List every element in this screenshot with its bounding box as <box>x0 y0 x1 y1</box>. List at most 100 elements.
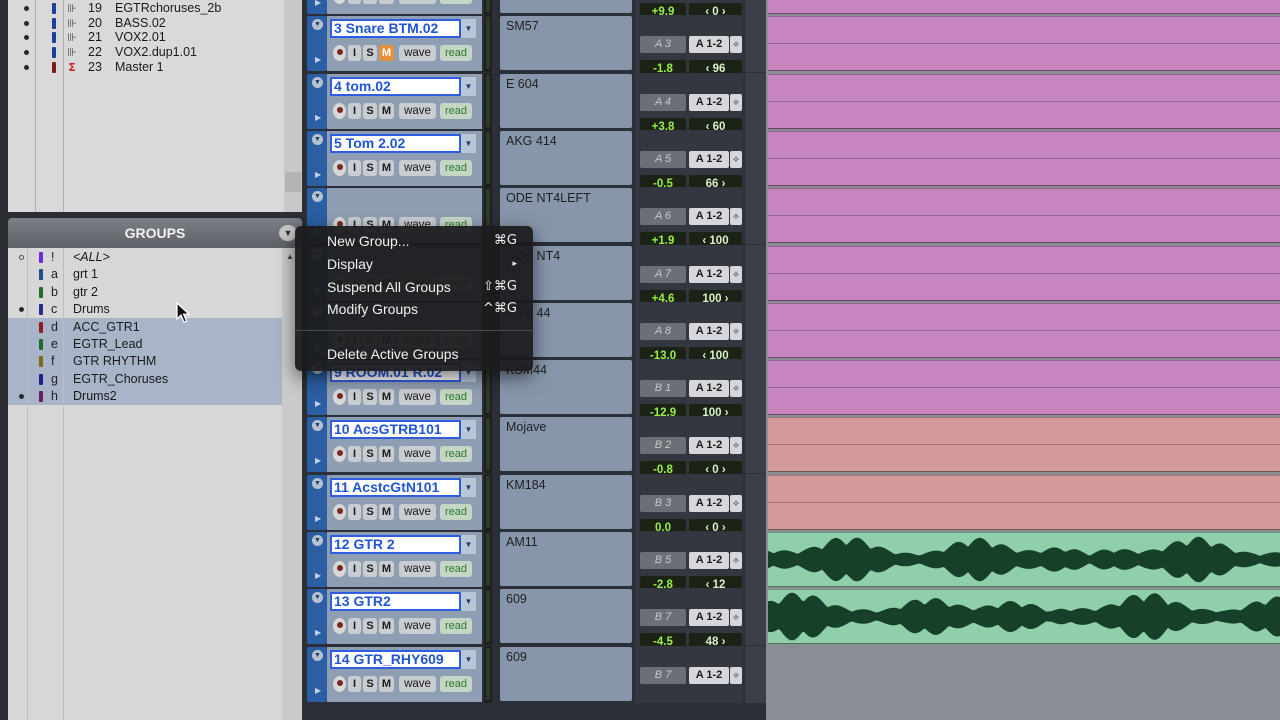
output-menu-icon[interactable]: ⟡ <box>730 380 742 398</box>
track-name-dropdown-icon[interactable]: ▼ <box>461 420 476 440</box>
collapse-track-icon[interactable]: ▼ <box>312 649 323 661</box>
input-monitor-button[interactable]: I <box>348 618 361 635</box>
output-menu-icon[interactable]: ⟡ <box>730 265 742 283</box>
track-list-scroll-thumb[interactable] <box>285 172 301 192</box>
output-selector[interactable]: A 1-2 <box>689 322 729 340</box>
menu-item-modify-groups[interactable]: Modify Groups ^⌘G <box>295 298 533 320</box>
output-selector[interactable]: A 1-2 <box>689 150 729 168</box>
mute-button[interactable]: M <box>379 618 394 635</box>
automation-mode-selector[interactable]: read <box>440 675 472 692</box>
input-monitor-button[interactable]: I <box>348 102 361 119</box>
input-monitor-button[interactable]: I <box>348 561 361 577</box>
output-selector[interactable]: A 1-2 <box>689 380 729 398</box>
input-selector[interactable]: A 5 <box>640 150 686 168</box>
expand-lanes-icon[interactable]: ▶ <box>315 628 321 637</box>
input-monitor-button[interactable]: I <box>348 45 361 62</box>
track-view-selector[interactable]: wave <box>399 389 436 406</box>
automation-mode-selector[interactable]: read <box>440 561 472 577</box>
output-selector[interactable]: A 1-2 <box>689 208 729 226</box>
menu-item-display[interactable]: Display ▸ <box>295 253 533 275</box>
audio-clip[interactable] <box>766 0 1280 15</box>
track-name-dropdown-icon[interactable]: ▼ <box>461 592 476 612</box>
output-selector[interactable]: A 1-2 <box>689 437 729 455</box>
audio-clip[interactable] <box>766 416 1280 473</box>
track-view-selector[interactable]: wave <box>399 159 436 176</box>
collapse-track-icon[interactable]: ▼ <box>312 133 323 145</box>
input-selector[interactable]: A 4 <box>640 93 686 111</box>
collapse-track-icon[interactable]: ▼ <box>312 477 323 489</box>
output-selector[interactable]: A 1-2 <box>689 494 729 512</box>
expand-lanes-icon[interactable]: ▶ <box>315 55 321 64</box>
automation-mode-selector[interactable]: read <box>440 618 472 635</box>
group-active-dot[interactable] <box>19 255 24 260</box>
track-name-field[interactable]: 10 AcsGTRB101 <box>330 420 461 440</box>
input-monitor-button[interactable]: I <box>348 159 361 176</box>
input-monitor-button[interactable]: I <box>348 675 361 692</box>
audio-clip[interactable] <box>766 130 1280 187</box>
group-active-dot[interactable] <box>19 307 24 313</box>
group-item-c[interactable]: c Drums <box>8 301 282 318</box>
mute-button[interactable]: M <box>379 159 394 176</box>
track-comment[interactable]: AT 4051 <box>500 0 632 13</box>
track-view-selector[interactable]: wave <box>399 102 436 119</box>
track-comment[interactable]: E 604 <box>500 73 632 128</box>
output-selector[interactable]: A 1-2 <box>689 552 729 569</box>
output-menu-icon[interactable]: ⟡ <box>730 494 742 512</box>
audio-clip[interactable] <box>766 245 1280 302</box>
track-name-field[interactable]: 14 GTR_RHY609 <box>330 649 461 669</box>
solo-button[interactable]: S <box>363 159 377 176</box>
audio-clip[interactable] <box>766 73 1280 130</box>
track-name-field[interactable]: 4 tom.02 <box>330 76 461 96</box>
track-name-field[interactable]: 13 GTR2 <box>330 592 461 612</box>
record-enable-button[interactable] <box>333 561 346 577</box>
track-view-selector[interactable]: wave <box>399 0 436 4</box>
audio-clip[interactable] <box>766 588 1280 645</box>
track-name-dropdown-icon[interactable]: ▼ <box>461 133 476 153</box>
group-active-dot[interactable] <box>19 394 24 400</box>
menu-item-suspend-all-groups[interactable]: Suspend All Groups ⇧⌘G <box>295 276 533 298</box>
input-monitor-button[interactable]: I <box>348 0 361 4</box>
track-view-selector[interactable]: wave <box>399 675 436 692</box>
mute-button[interactable]: M <box>379 0 394 4</box>
input-selector[interactable]: B 7 <box>640 666 686 684</box>
menu-item-new-group[interactable]: New Group... ⌘G <box>295 230 533 252</box>
track-name-dropdown-icon[interactable]: ▼ <box>461 76 476 96</box>
track-list-item[interactable]: ⊪ 19 EGTRchoruses_2b <box>8 1 284 16</box>
output-menu-icon[interactable]: ⟡ <box>730 208 742 226</box>
expand-lanes-icon[interactable]: ▶ <box>315 514 321 523</box>
track-comment[interactable]: 609 <box>500 589 632 644</box>
expand-lanes-icon[interactable]: ▶ <box>315 686 321 695</box>
track-view-selector[interactable]: wave <box>399 446 436 463</box>
track-comment[interactable]: KM184 <box>500 474 632 529</box>
input-selector[interactable]: A 8 <box>640 322 686 340</box>
track-comment[interactable]: AM11 <box>500 532 632 586</box>
scroll-up-icon[interactable]: ▲ <box>286 252 294 261</box>
solo-button[interactable]: S <box>363 45 377 62</box>
solo-button[interactable]: S <box>363 675 377 692</box>
group-item-all[interactable]: ! <ALL> <box>8 249 282 266</box>
expand-lanes-icon[interactable]: ▶ <box>315 456 321 465</box>
input-selector[interactable]: A 7 <box>640 265 686 283</box>
solo-button[interactable]: S <box>363 446 377 463</box>
record-enable-button[interactable] <box>333 102 346 119</box>
input-selector[interactable]: B 7 <box>640 609 686 627</box>
expand-lanes-icon[interactable]: ▶ <box>315 571 321 580</box>
solo-button[interactable]: S <box>363 102 377 119</box>
input-monitor-button[interactable]: I <box>348 389 361 406</box>
audio-clip[interactable] <box>766 187 1280 244</box>
input-monitor-button[interactable]: I <box>348 446 361 463</box>
mute-button[interactable]: M <box>379 503 394 520</box>
group-item-h[interactable]: h Drums2 <box>8 388 282 405</box>
automation-mode-selector[interactable]: read <box>440 159 472 176</box>
track-visible-dot[interactable] <box>24 35 29 41</box>
collapse-track-icon[interactable]: ▼ <box>312 535 323 546</box>
track-view-selector[interactable]: wave <box>399 503 436 520</box>
input-selector[interactable]: A 6 <box>640 208 686 226</box>
group-item-g[interactable]: g EGTR_Choruses <box>8 371 282 388</box>
input-selector[interactable]: B 3 <box>640 494 686 512</box>
output-menu-icon[interactable]: ⟡ <box>730 666 742 684</box>
audio-clip[interactable] <box>766 531 1280 588</box>
track-comment[interactable]: 609 <box>500 646 632 701</box>
mute-button[interactable]: M <box>379 45 394 62</box>
track-list-item[interactable]: ⊪ 21 VOX2.01 <box>8 30 284 45</box>
